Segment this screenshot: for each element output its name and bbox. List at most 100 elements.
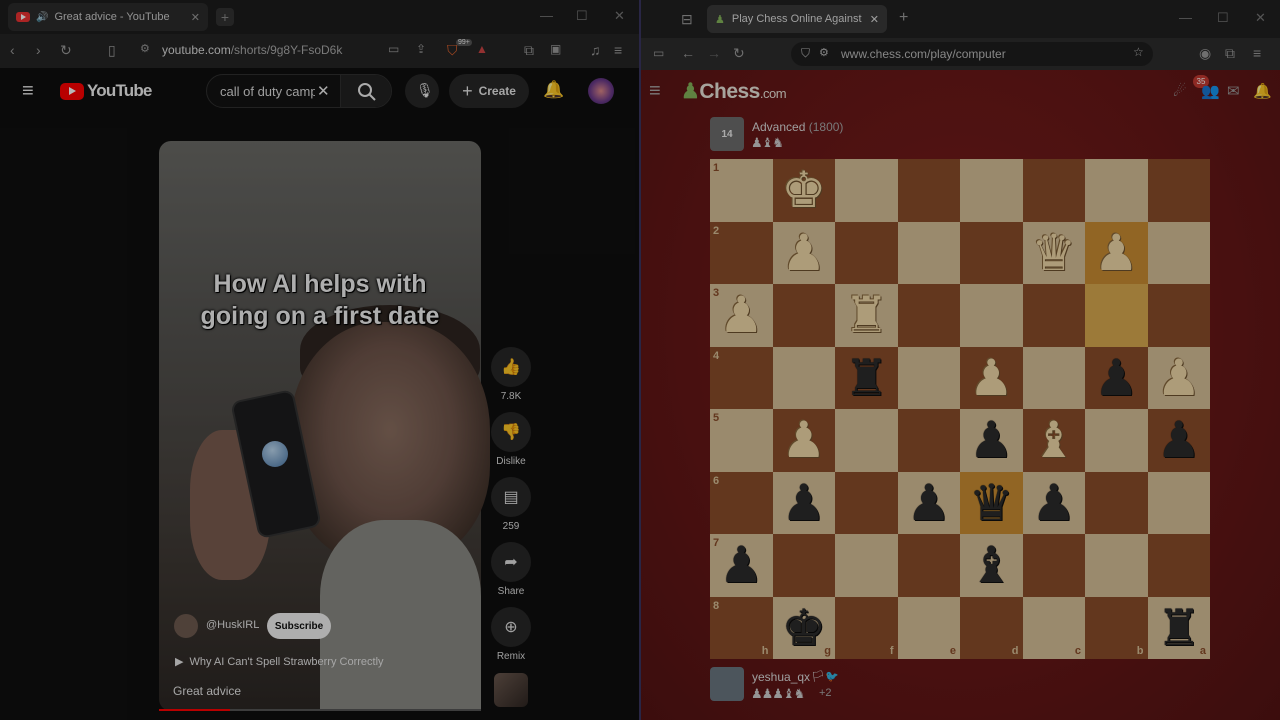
video-progress-bar[interactable] (159, 709, 481, 711)
channel-name[interactable]: @HuskIRL (206, 619, 259, 631)
square-b2[interactable]: ♟ (1085, 221, 1148, 285)
square-b4[interactable]: ♟ (1085, 346, 1148, 410)
like-action[interactable]: 👍 7.8K (491, 347, 531, 402)
subscribe-button[interactable]: Subscribe (267, 613, 331, 639)
square-c5[interactable]: ♝ (1022, 409, 1086, 472)
chess-logo[interactable]: ♟Chess.com (681, 79, 787, 104)
square-a8[interactable]: a ♜ (1147, 596, 1211, 660)
clear-search-icon[interactable]: ✕ (317, 82, 330, 100)
white-pawn-piece[interactable]: ♟ (1085, 222, 1148, 285)
chess-board[interactable]: 1 ♚ 2 ♟ ♛ ♟ 3 ♟ ♜ 4 ♜ ♟ ♟ ♟ 5 ♟ ♟ ♝ ♟ 6 ♟ ♟ ♛ ♟ 7 ♟ ♝ 8 h g ♚ f e d c b a ♜ (710, 159, 1210, 659)
menu-icon[interactable]: ≡ (22, 80, 34, 103)
black-queen-piece[interactable]: ♛ (960, 472, 1023, 535)
back-icon[interactable]: ← (681, 45, 695, 61)
square-e2[interactable] (897, 221, 960, 284)
bookmark-icon[interactable]: ▯ (108, 42, 116, 59)
audio-playing-icon[interactable]: 🔊 (36, 12, 48, 23)
white-king-piece[interactable]: ♚ (773, 159, 836, 222)
square-e5[interactable] (897, 409, 960, 472)
close-window-icon[interactable]: ✕ (1255, 10, 1266, 26)
square-c8[interactable]: c (1022, 596, 1085, 659)
square-b1[interactable] (1085, 159, 1148, 222)
square-g8[interactable]: g ♚ (772, 596, 836, 660)
square-a6[interactable] (1147, 471, 1210, 534)
square-c6[interactable]: ♟ (1022, 471, 1086, 535)
white-pawn-piece[interactable]: ♟ (773, 222, 836, 285)
square-g4[interactable] (772, 346, 835, 409)
square-g7[interactable] (772, 534, 835, 597)
square-h6[interactable]: 6 (710, 471, 773, 534)
square-f1[interactable] (835, 159, 898, 222)
remix-thumbnail[interactable] (494, 673, 528, 707)
black-pawn-piece[interactable]: ♟ (1085, 347, 1148, 410)
square-h4[interactable]: 4 (710, 346, 773, 409)
square-g2[interactable]: ♟ (772, 221, 836, 285)
square-a4[interactable]: ♟ (1147, 346, 1210, 409)
square-d5[interactable]: ♟ (960, 409, 1023, 472)
square-g1[interactable]: ♚ (772, 159, 836, 222)
square-h8[interactable]: 8h (710, 596, 773, 659)
comments-action[interactable]: ▤ 259 (491, 477, 531, 532)
new-tab-button[interactable]: + (216, 8, 234, 26)
back-icon[interactable]: ‹ (10, 42, 15, 58)
square-c1[interactable] (1022, 159, 1085, 222)
site-settings-icon[interactable]: ⚙ (140, 42, 150, 55)
square-e1[interactable] (897, 159, 960, 222)
white-bishop-piece[interactable]: ♝ (1023, 409, 1086, 472)
square-f5[interactable] (835, 409, 898, 472)
black-rook-piece[interactable]: ♜ (835, 347, 898, 410)
square-f6[interactable] (835, 471, 898, 534)
search-button[interactable] (340, 75, 391, 107)
related-video-link[interactable]: ▶ Why AI Can't Spell Strawberry Correctly (175, 655, 384, 668)
profile-icon[interactable]: ◉ (1199, 45, 1211, 62)
close-tab-icon[interactable]: ✕ (191, 11, 200, 24)
black-rook-piece[interactable]: ♜ (1148, 597, 1211, 660)
avatar[interactable] (588, 78, 614, 104)
square-b6[interactable] (1085, 471, 1148, 534)
black-king-piece[interactable]: ♚ (773, 597, 836, 660)
square-f3[interactable]: ♜ (835, 284, 898, 347)
square-d2[interactable] (960, 221, 1023, 284)
youtube-logo[interactable]: YouTube (60, 81, 152, 101)
dislike-action[interactable]: 👎 Dislike (491, 412, 531, 467)
remix-action[interactable]: ⊕ Remix (491, 607, 531, 662)
opponent-avatar[interactable]: 14 (710, 117, 744, 151)
wallet-icon[interactable]: ▣ (550, 42, 561, 56)
square-f4[interactable]: ♜ (835, 346, 898, 410)
forward-icon[interactable]: › (36, 42, 41, 58)
square-b5[interactable] (1085, 409, 1148, 472)
maximize-icon[interactable]: ☐ (576, 8, 588, 24)
black-pawn-piece[interactable]: ♟ (1148, 409, 1211, 472)
black-pawn-piece[interactable]: ♟ (1023, 472, 1086, 535)
white-rook-piece[interactable]: ♜ (835, 284, 898, 347)
rewards-icon[interactable]: ▲ (476, 42, 488, 56)
white-queen-piece[interactable]: ♛ (1023, 222, 1086, 285)
square-d4[interactable]: ♟ (960, 346, 1023, 409)
minimize-icon[interactable]: — (1179, 10, 1192, 25)
square-a1[interactable] (1147, 159, 1210, 222)
browser-menu-icon[interactable]: ≡ (1253, 45, 1261, 61)
extensions-icon[interactable]: ⧉ (524, 42, 534, 59)
square-f2[interactable] (835, 221, 898, 284)
maximize-icon[interactable]: ☐ (1217, 10, 1229, 26)
site-info-icon[interactable]: ⚙ (819, 46, 829, 59)
create-button[interactable]: + Create (449, 74, 529, 108)
square-h3[interactable]: 3 ♟ (710, 284, 773, 347)
forward-icon[interactable]: → (707, 45, 721, 61)
notifications-icon[interactable]: ☄ (1173, 82, 1186, 100)
share-action[interactable]: ➦ Share (491, 542, 531, 597)
square-e3[interactable] (897, 284, 960, 347)
square-b3[interactable] (1085, 284, 1148, 347)
square-d1[interactable] (960, 159, 1023, 222)
square-f7[interactable] (835, 534, 898, 597)
new-tab-icon[interactable]: + (899, 9, 908, 27)
channel-avatar[interactable] (174, 614, 198, 638)
square-e7[interactable] (897, 534, 960, 597)
bookmark-star-icon[interactable]: ☆ (1133, 45, 1144, 59)
square-e8[interactable]: e (897, 596, 960, 659)
square-h7[interactable]: 7 ♟ (710, 534, 773, 597)
share-page-icon[interactable]: ⇪ (416, 42, 426, 56)
close-tab-icon[interactable]: ✕ (870, 13, 879, 26)
friends-icon[interactable]: 👥 (1201, 82, 1220, 100)
square-h2[interactable]: 2 (710, 221, 773, 284)
